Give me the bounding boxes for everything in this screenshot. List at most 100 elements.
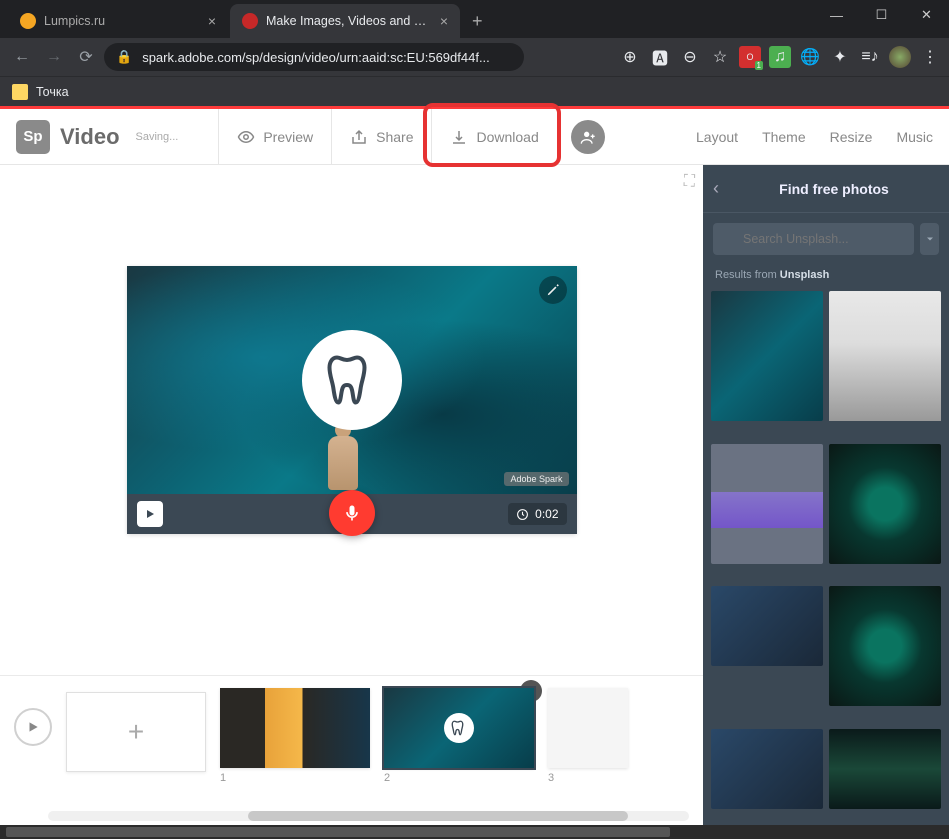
pencil-icon[interactable] [539,276,567,304]
slide-thumbnail [220,688,370,768]
sidebar-title: Find free photos [729,181,939,197]
duration-text: 0:02 [535,507,558,521]
slide-number: 2 [384,772,534,784]
tab-music[interactable]: Music [896,129,933,145]
tab-resize[interactable]: Resize [830,129,873,145]
results-prefix: Results from [715,269,780,281]
new-tab-button[interactable]: + [462,4,493,38]
bookmark-item[interactable]: Точка [36,85,69,99]
avatar-icon[interactable] [889,46,911,68]
app-header: Sp Video Saving... Preview Share Downloa… [0,109,949,165]
tooth-icon [322,350,382,410]
extension-icons: ⊕ 🅰 ⊖ ☆ O1 ♫ 🌐 ✦ ≡♪ ⋮ [619,46,941,68]
browser-addressbar: ← → ⟳ 🔒 spark.adobe.com/sp/design/video/… [0,38,949,76]
tab-theme[interactable]: Theme [762,129,806,145]
plus-icon: + [128,716,144,748]
invite-button[interactable] [571,120,605,154]
preview-label: Preview [263,129,313,145]
minimize-button[interactable]: — [814,0,859,30]
sidebar-header: ‹ Find free photos [703,165,949,213]
brand-title: Video [60,124,120,150]
close-icon[interactable]: × [440,13,448,29]
back-icon[interactable]: ‹ [713,178,719,199]
tooth-icon [444,713,474,743]
install-icon[interactable]: ⊕ [619,46,641,68]
slide-number: 3 [548,772,628,784]
eye-icon [237,128,255,146]
playlist-icon[interactable]: ≡♪ [859,46,881,68]
preview-button[interactable]: Preview [218,109,331,165]
extensions-icon[interactable]: ✦ [829,46,851,68]
results-source: Unsplash [780,269,830,281]
person-plus-icon [580,129,596,145]
browser-tab-1[interactable]: Lumpics.ru × [8,4,228,38]
timeline-slide-1[interactable]: 1 [220,688,370,784]
watermark: Adobe Spark [504,472,568,486]
play-button[interactable] [137,501,163,527]
adblock-icon[interactable]: O1 [739,46,761,68]
search-input[interactable] [713,223,914,255]
download-button[interactable]: Download [431,109,556,165]
star-icon[interactable]: ☆ [709,46,731,68]
folder-icon [12,84,28,100]
url-field[interactable]: 🔒 spark.adobe.com/sp/design/video/urn:aa… [104,43,524,71]
window-controls: — ☐ ✕ [814,0,949,38]
photo-thumbnail[interactable] [829,291,941,421]
slide-image[interactable]: Adobe Spark [127,266,577,494]
save-status: Saving... [136,131,179,143]
music-ext-icon[interactable]: ♫ [769,46,791,68]
spark-logo-icon: Sp [16,120,50,154]
back-button[interactable]: ← [8,43,36,71]
microphone-icon [342,503,362,523]
photo-thumbnail[interactable] [711,729,823,809]
play-icon [26,720,40,734]
photo-thumbnail[interactable] [711,291,823,421]
person-figure [321,422,365,494]
favicon-icon [20,13,36,29]
window-scrollbar[interactable] [0,825,949,839]
browser-tab-2[interactable]: Make Images, Videos and Web S × [230,4,460,38]
duration-pill[interactable]: 0:02 [508,503,566,525]
scrollbar-thumb[interactable] [248,811,628,821]
add-slide-button[interactable]: + [66,692,206,772]
photo-thumbnail[interactable] [829,444,941,564]
tab-title: Make Images, Videos and Web S [266,14,432,28]
expand-icon[interactable]: ⛶ [684,173,695,191]
photo-thumbnail[interactable] [711,586,823,666]
browser-titlebar: Lumpics.ru × Make Images, Videos and Web… [0,0,949,38]
timeline: + 1 ⋯ 2 3 [0,675,703,825]
translate-icon[interactable]: 🅰 [649,46,671,68]
download-label: Download [476,129,538,145]
zoom-icon[interactable]: ⊖ [679,46,701,68]
photo-thumbnail[interactable] [829,586,941,706]
browser-tabs: Lumpics.ru × Make Images, Videos and Web… [8,4,493,38]
photo-sidebar: ‹ Find free photos Results from Unsplash [703,165,949,825]
close-window-button[interactable]: ✕ [904,0,949,30]
play-icon [144,508,156,520]
photo-thumbnail[interactable] [829,729,941,809]
lock-icon: 🔒 [116,49,132,65]
scrollbar-thumb[interactable] [6,827,670,837]
search-dropdown[interactable] [920,223,939,255]
forward-button[interactable]: → [40,43,68,71]
record-button[interactable] [329,490,375,536]
photo-thumbnail[interactable] [711,444,823,564]
share-button[interactable]: Share [331,109,431,165]
tab-title: Lumpics.ru [44,14,200,28]
timeline-slide-3[interactable]: 3 [548,688,628,784]
spark-app: Sp Video Saving... Preview Share Downloa… [0,106,949,825]
timeline-slide-2[interactable]: ⋯ 2 [384,688,534,784]
close-icon[interactable]: × [208,13,216,29]
reload-button[interactable]: ⟳ [72,43,100,71]
tab-layout[interactable]: Layout [696,129,738,145]
player-controls: 0:02 [127,494,577,534]
slide-thumbnail [384,688,534,768]
maximize-button[interactable]: ☐ [859,0,904,30]
timeline-play-button[interactable] [14,708,52,746]
clock-icon [516,508,529,521]
globe-icon[interactable]: 🌐 [799,46,821,68]
menu-icon[interactable]: ⋮ [919,46,941,68]
timeline-scrollbar[interactable] [48,811,689,821]
brand: Sp Video Saving... [16,120,178,154]
stage-wrap: ⛶ Adobe Spark [0,165,703,675]
